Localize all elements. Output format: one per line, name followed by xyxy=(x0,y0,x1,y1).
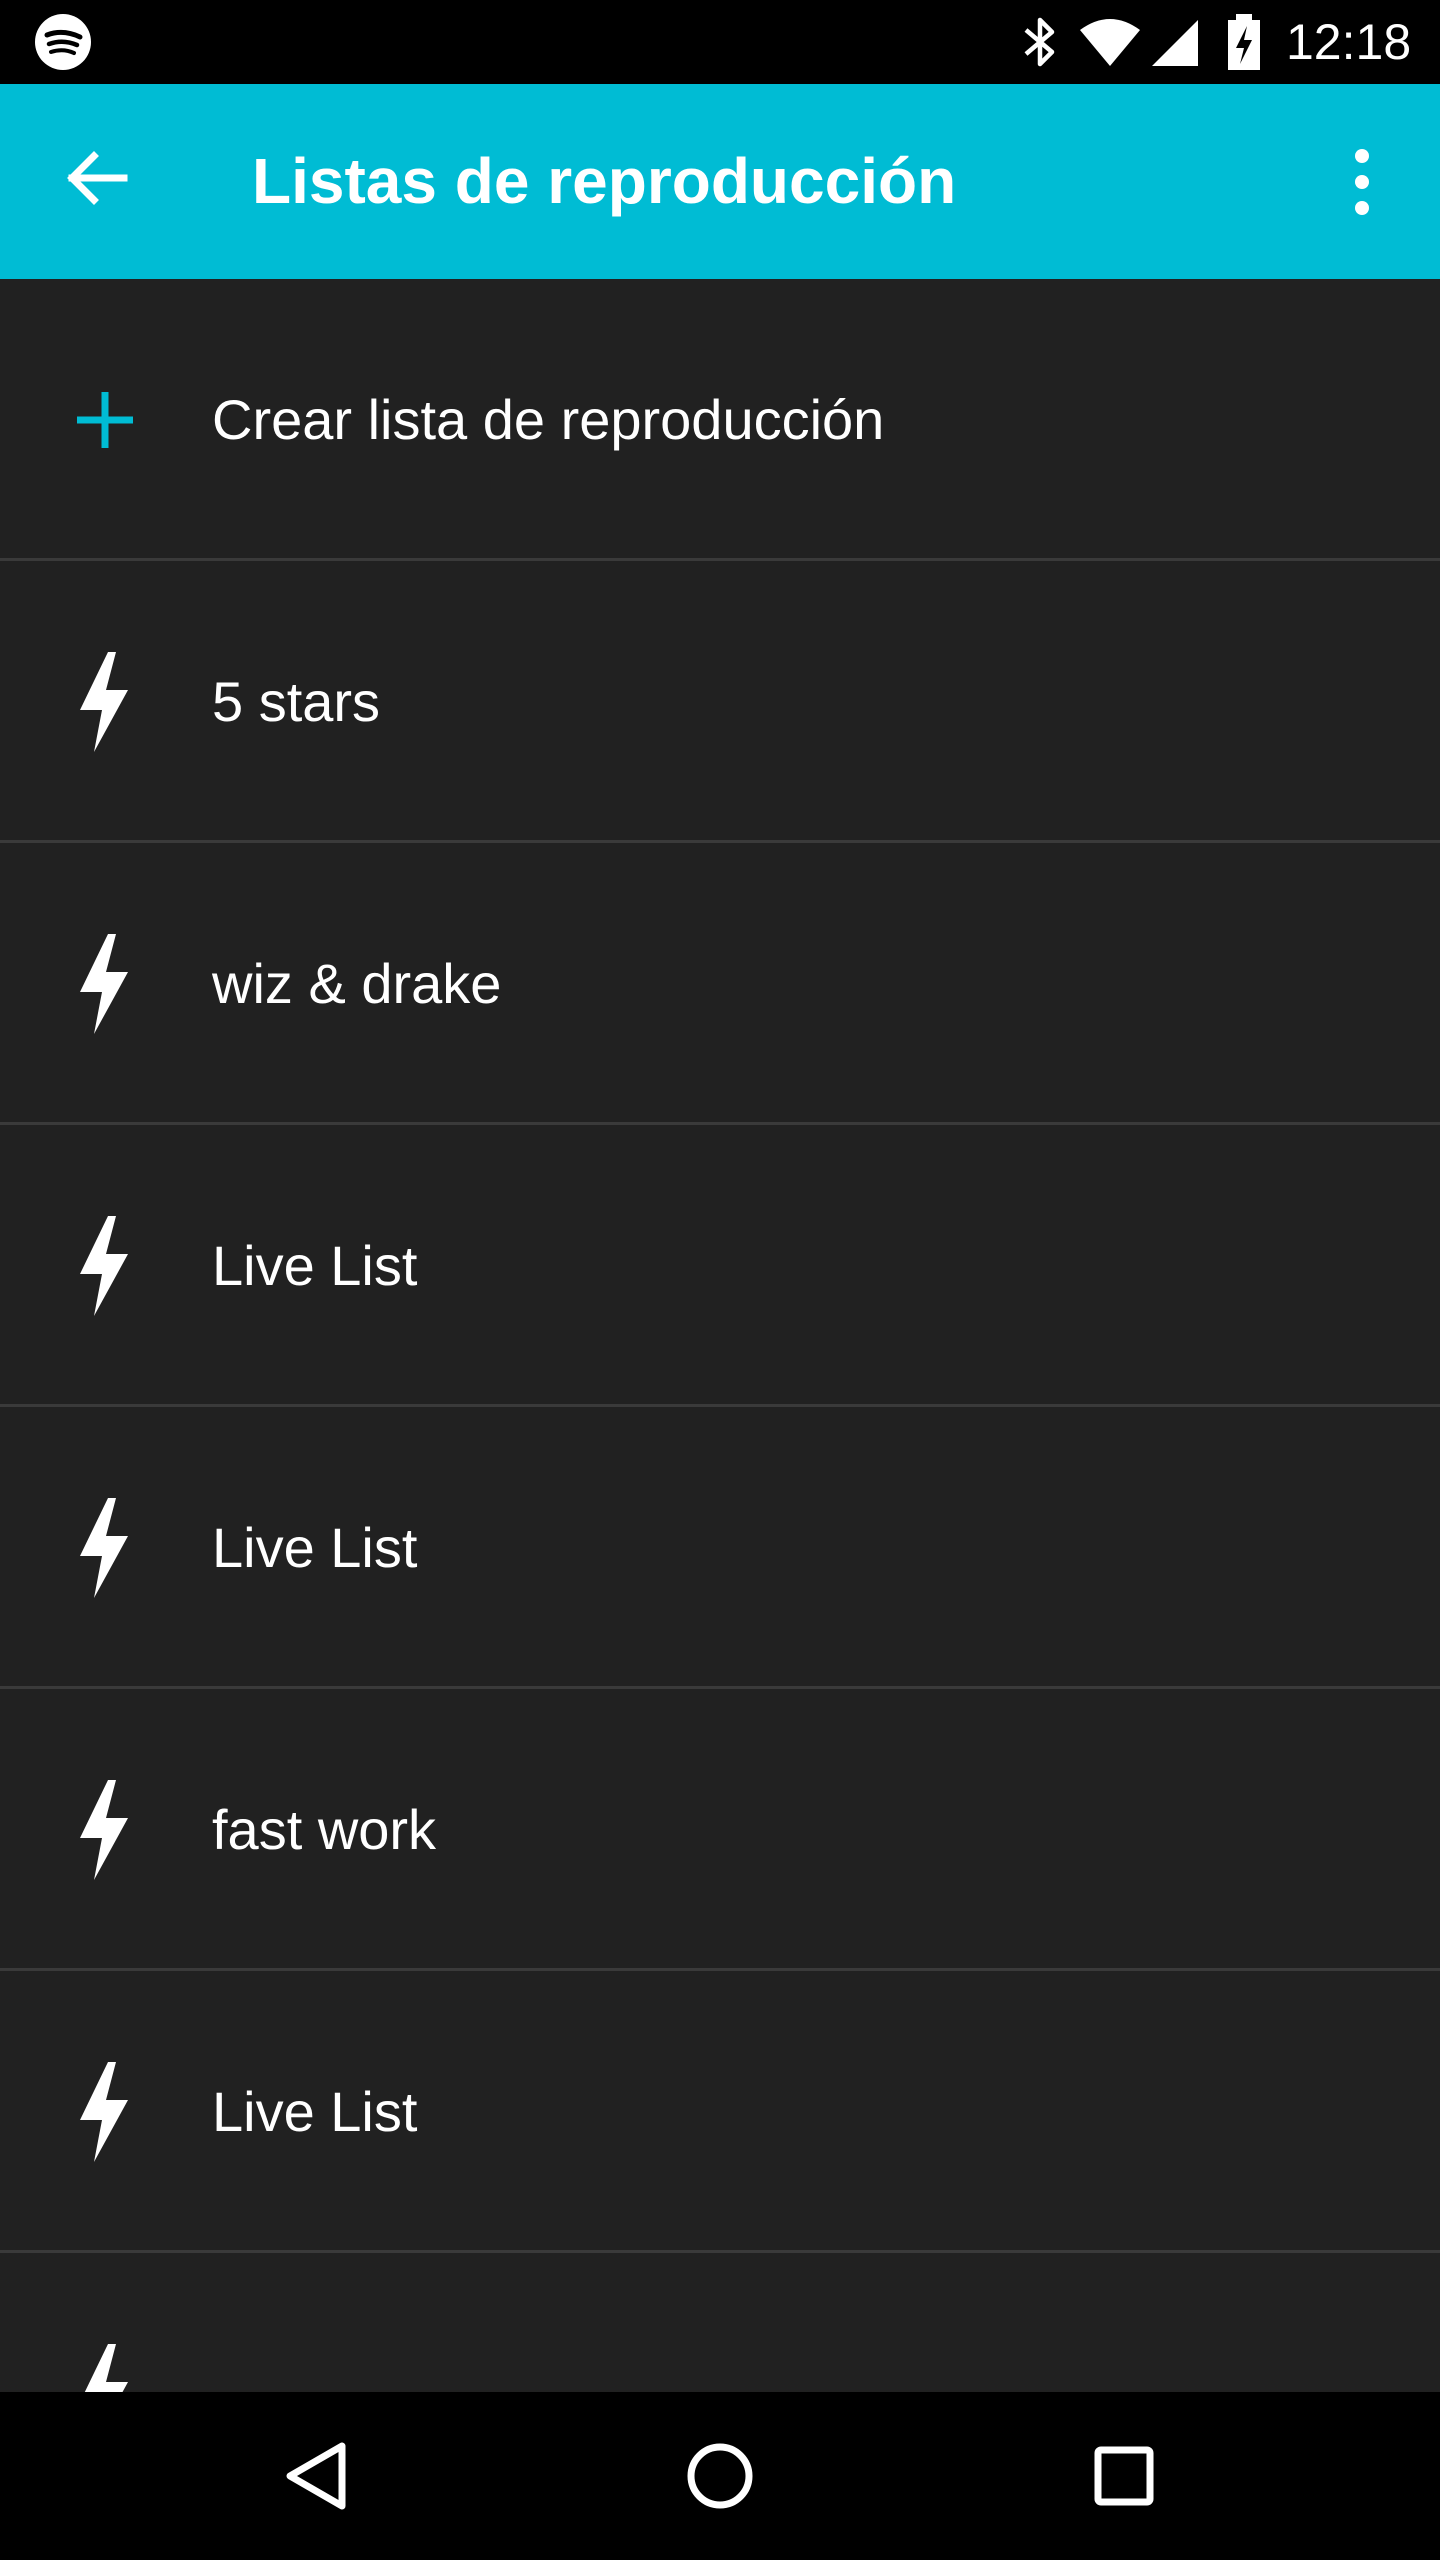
playlist-label: Live List xyxy=(212,1516,418,1579)
playlist-item[interactable]: fast work xyxy=(0,1689,1440,1971)
nav-recents-icon[interactable] xyxy=(1074,2426,1174,2526)
playlist-item[interactable]: Live List xyxy=(0,1971,1440,2253)
lightning-bolt-icon xyxy=(80,2062,128,2162)
lightning-bolt-icon xyxy=(80,934,128,1034)
wifi-icon xyxy=(1080,19,1140,66)
lightning-bolt-icon xyxy=(80,1216,128,1316)
system-nav-bar xyxy=(0,2392,1440,2560)
cell-signal-icon xyxy=(1152,20,1198,66)
playlist-label: Live List xyxy=(212,1234,418,1297)
playlist-label: wiz & drake xyxy=(212,952,502,1015)
create-playlist-item[interactable]: Crear lista de reproducción xyxy=(0,279,1440,561)
arrow-back-icon[interactable] xyxy=(58,138,138,218)
playlist-item[interactable]: Live List xyxy=(0,1407,1440,1689)
app-bar: Listas de reproducción xyxy=(0,84,1440,279)
lightning-bolt-icon xyxy=(80,1780,128,1880)
playlist-list: Crear lista de reproducción 5 stars wiz … xyxy=(0,279,1440,2392)
nav-back-icon[interactable] xyxy=(266,2426,366,2526)
lightning-bolt-icon xyxy=(84,2344,128,2392)
status-bar: 12:18 xyxy=(0,0,1440,84)
nav-home-icon[interactable] xyxy=(670,2426,770,2526)
status-clock: 12:18 xyxy=(1286,14,1412,70)
spotify-icon xyxy=(35,14,91,70)
lightning-bolt-icon xyxy=(80,652,128,752)
lightning-bolt-icon xyxy=(80,1498,128,1598)
battery-charging-icon xyxy=(1228,14,1260,70)
playlist-label: 5 stars xyxy=(212,670,381,733)
plus-icon xyxy=(77,392,133,448)
create-playlist-label: Crear lista de reproducción xyxy=(212,388,885,451)
page-title: Listas de reproducción xyxy=(252,145,957,217)
playlist-item[interactable]: 5 stars xyxy=(0,561,1440,843)
playlist-label: Live List xyxy=(212,2080,418,2143)
more-vert-icon[interactable] xyxy=(1334,138,1390,226)
playlist-item[interactable]: wiz & drake xyxy=(0,843,1440,1125)
playlist-label: fast work xyxy=(212,1798,437,1861)
playlist-item-partial[interactable] xyxy=(0,2253,1440,2392)
bluetooth-icon xyxy=(1024,17,1055,67)
playlist-item[interactable]: Live List xyxy=(0,1125,1440,1407)
